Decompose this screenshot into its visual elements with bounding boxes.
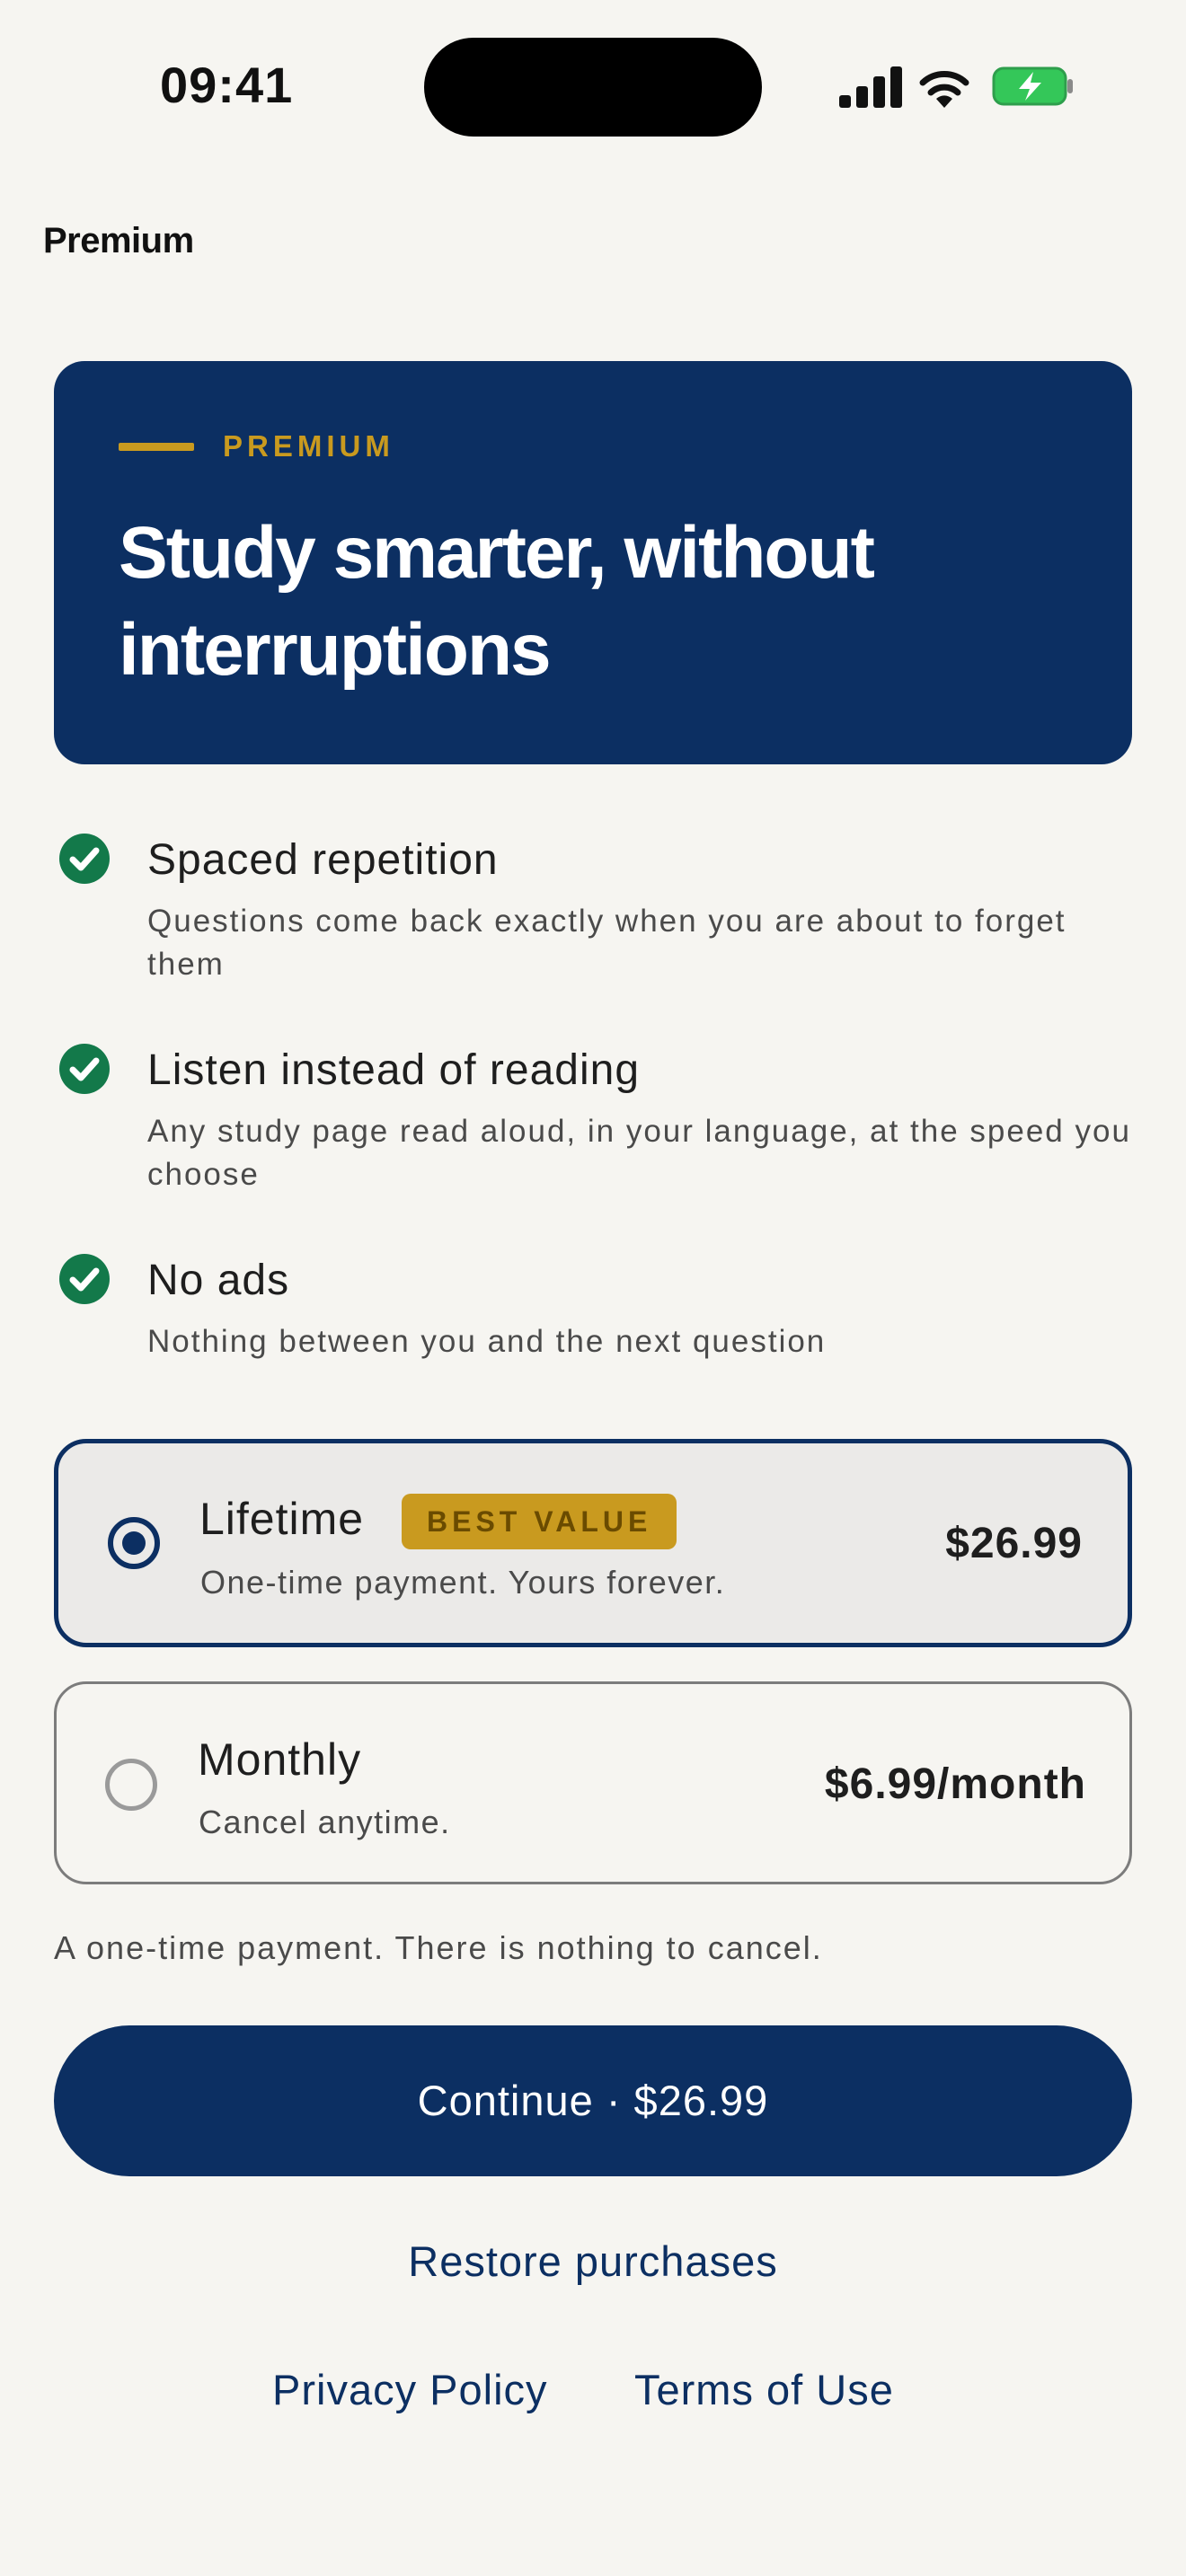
status-time: 09:41 <box>160 57 294 113</box>
hero-title: Study smarter, without interruptions <box>119 512 875 691</box>
plan-price: $6.99/month <box>824 1760 1086 1808</box>
privacy-policy-link[interactable]: Privacy Policy <box>272 2365 548 2414</box>
radio-selected-icon[interactable] <box>108 1517 160 1569</box>
plan-subtitle: Cancel anytime. <box>199 1804 451 1840</box>
plan-name: Lifetime <box>199 1494 365 1544</box>
feature-title: Spaced repetition <box>147 836 499 884</box>
terms-of-use-link[interactable]: Terms of Use <box>634 2365 894 2414</box>
feature-description: Questions come back exactly when you are… <box>147 904 1067 982</box>
feature-description: Any study page read aloud, in your langu… <box>147 1114 1131 1192</box>
wifi-icon <box>919 71 969 108</box>
feature-description: Nothing between you and the next questio… <box>147 1324 827 1359</box>
page-title: Premium <box>43 221 194 260</box>
plan-option-monthly[interactable]: Monthly Cancel anytime. $6.99/month <box>54 1681 1132 1884</box>
check-circle-icon <box>59 1254 110 1304</box>
check-circle-icon <box>59 1044 110 1094</box>
dynamic-island <box>424 38 762 137</box>
restore-purchases-link[interactable]: Restore purchases <box>0 2236 1186 2286</box>
battery-charging-icon <box>992 66 1073 106</box>
plan-option-lifetime[interactable]: Lifetime BEST VALUE One-time payment. Yo… <box>54 1439 1132 1647</box>
continue-button[interactable]: Continue · $26.99 <box>54 2025 1132 2176</box>
plan-subtitle: One-time payment. Yours forever. <box>200 1564 726 1601</box>
hero-banner: PREMIUM Study smarter, without interrupt… <box>54 361 1132 764</box>
plan-name: Monthly <box>198 1734 362 1785</box>
cellular-signal-icon <box>839 65 902 108</box>
plan-price: $26.99 <box>945 1520 1083 1567</box>
hero-accent-bar <box>119 443 194 451</box>
payment-note: A one-time payment. There is nothing to … <box>54 1929 823 1966</box>
hero-eyebrow: PREMIUM <box>223 429 394 463</box>
check-circle-icon <box>59 834 110 884</box>
best-value-badge: BEST VALUE <box>402 1494 677 1549</box>
radio-unselected-icon[interactable] <box>105 1759 157 1811</box>
feature-title: No ads <box>147 1257 290 1304</box>
feature-title: Listen instead of reading <box>147 1046 641 1094</box>
